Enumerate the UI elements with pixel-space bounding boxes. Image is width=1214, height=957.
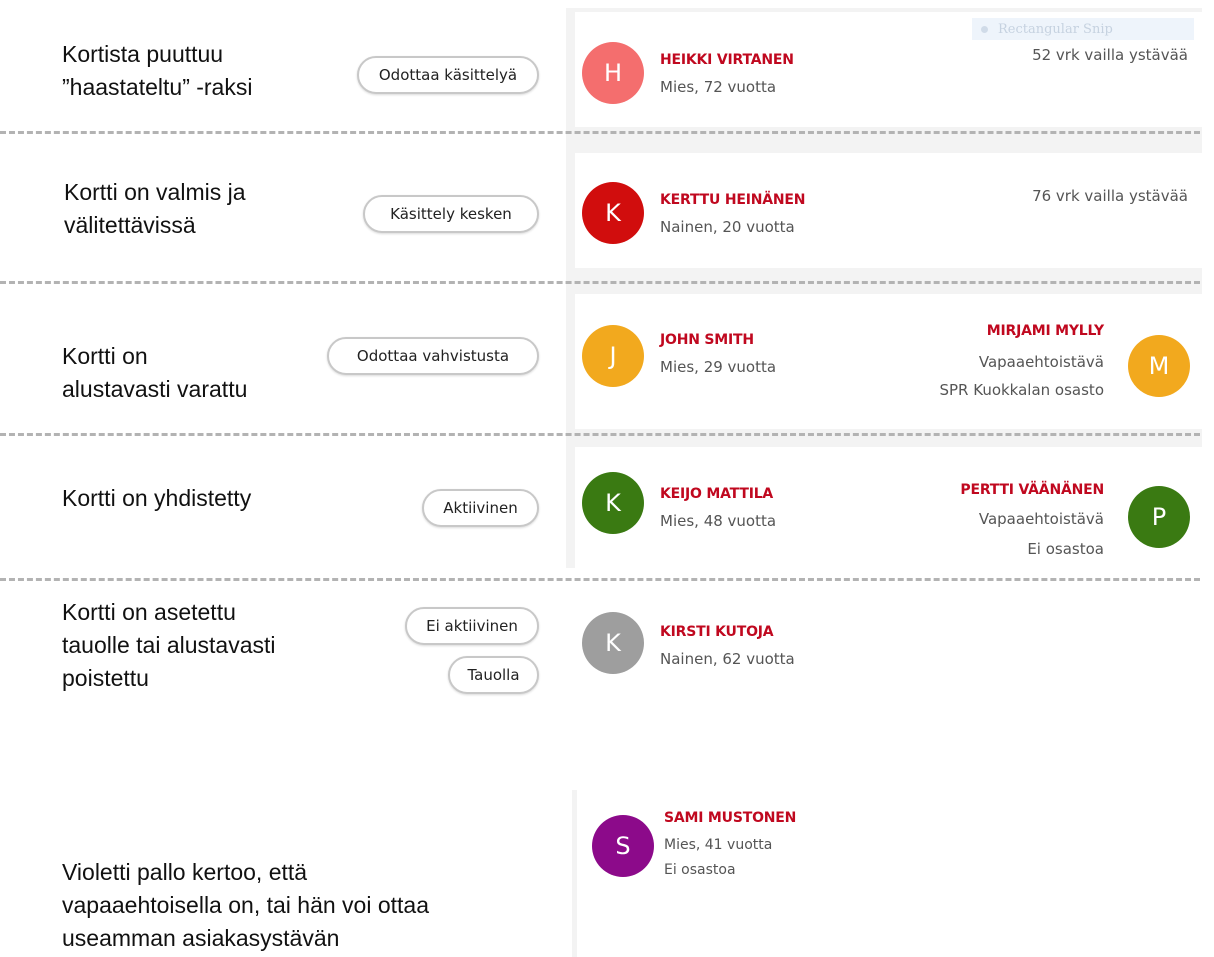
status-badge-aktiivinen[interactable]: Aktiivinen: [422, 489, 539, 527]
client-details: Nainen, 20 vuotta: [660, 218, 795, 236]
volunteer-avatar: P: [1128, 486, 1190, 548]
description-line: Kortista puuttuu: [62, 41, 224, 67]
row3-description: Kortti on alustavasti varattu: [62, 340, 247, 406]
row5-description: Kortti on asetettu tauolle tai alustavas…: [62, 596, 276, 695]
separator: [0, 433, 1200, 436]
volunteer-role: Vapaaehtoistävä: [978, 353, 1104, 371]
volunteer-avatar: M: [1128, 335, 1190, 397]
row2-description: Kortti on valmis ja välitettävissä: [64, 176, 246, 242]
bottom-panel: [572, 790, 577, 957]
row4-description: Kortti on yhdistetty: [62, 482, 251, 515]
separator: [0, 281, 1200, 284]
bottom-description: Violetti pallo kertoo, että vapaaehtoise…: [62, 856, 429, 955]
multi-friend-avatar: S: [592, 815, 654, 877]
status-badge-tauolla[interactable]: Tauolla: [448, 656, 539, 694]
description-line: Kortti on valmis ja: [64, 179, 246, 205]
days-without-friend: 52 vrk vailla ystävää: [1032, 46, 1188, 64]
person-name[interactable]: SAMI MUSTONEN: [664, 810, 796, 826]
client-details: Nainen, 62 vuotta: [660, 650, 795, 668]
person-details: Mies, 41 vuotta: [664, 837, 773, 853]
client-name[interactable]: KIRSTI KUTOJA: [660, 624, 774, 640]
client-avatar: J: [582, 325, 644, 387]
snip-dot-icon: [981, 25, 988, 33]
description-line: tauolle tai alustavasti: [62, 632, 276, 658]
description-line: Kortti on yhdistetty: [62, 485, 252, 511]
client-card-keijo[interactable]: [575, 447, 1204, 568]
volunteer-role: Vapaaehtoistävä: [978, 510, 1104, 528]
client-card-kerttu[interactable]: [575, 153, 1204, 268]
snip-label: Rectangular Snip: [998, 21, 1113, 37]
status-badge-odottaa-vahvistusta[interactable]: Odottaa vahvistusta: [327, 337, 539, 375]
person-branch: Ei osastoa: [664, 862, 736, 878]
description-line: Kortti on: [62, 343, 148, 369]
client-details: Mies, 72 vuotta: [660, 78, 777, 96]
client-name[interactable]: JOHN SMITH: [660, 332, 754, 348]
status-badge-ei-aktiivinen[interactable]: Ei aktiivinen: [405, 607, 539, 645]
separator: [0, 131, 1200, 134]
description-line: vapaaehtoisella on, tai hän voi ottaa: [62, 892, 429, 918]
client-name[interactable]: KERTTU HEINÄNEN: [660, 192, 805, 208]
volunteer-branch: SPR Kuokkalan osasto: [939, 381, 1104, 399]
separator: [0, 578, 1200, 581]
days-without-friend: 76 vrk vailla ystävää: [1032, 187, 1188, 205]
status-badge-kasittely-kesken[interactable]: Käsittely kesken: [363, 195, 539, 233]
description-line: poistettu: [62, 665, 149, 691]
description-line: Violetti pallo kertoo, että: [62, 859, 308, 885]
client-avatar: K: [582, 182, 644, 244]
description-line: useamman asiakasystävän: [62, 925, 340, 951]
volunteer-name[interactable]: PERTTI VÄÄNÄNEN: [960, 482, 1104, 498]
client-avatar: H: [582, 42, 644, 104]
client-name[interactable]: HEIKKI VIRTANEN: [660, 52, 794, 68]
client-details: Mies, 48 vuotta: [660, 512, 777, 530]
row1-description: Kortista puuttuu ”haastateltu” -raksi: [62, 38, 252, 104]
volunteer-name[interactable]: MIRJAMI MYLLY: [987, 323, 1104, 339]
description-line: alustavasti varattu: [62, 376, 248, 402]
client-avatar: K: [582, 472, 644, 534]
snip-overlay: Rectangular Snip: [972, 18, 1194, 40]
client-avatar: K: [582, 612, 644, 674]
client-details: Mies, 29 vuotta: [660, 358, 777, 376]
status-badge-odottaa-kasittelya[interactable]: Odottaa käsittelyä: [357, 56, 539, 94]
client-name[interactable]: KEIJO MATTILA: [660, 486, 773, 502]
description-line: ”haastateltu” -raksi: [62, 74, 253, 100]
volunteer-branch: Ei osastoa: [1027, 540, 1104, 558]
description-line: välitettävissä: [64, 212, 196, 238]
description-line: Kortti on asetettu: [62, 599, 236, 625]
